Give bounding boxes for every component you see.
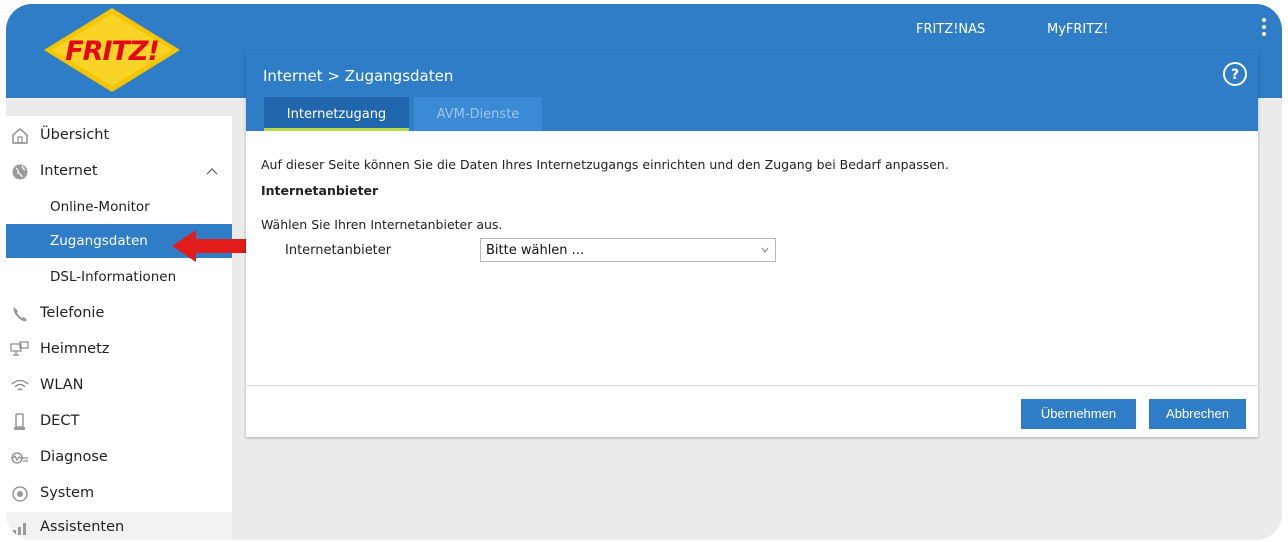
myfritz-link[interactable]: MyFRITZ! <box>1047 22 1108 37</box>
dect-icon <box>14 413 25 430</box>
sidebar-item-label: Internet <box>40 163 98 179</box>
sidebar-item-system[interactable]: System <box>6 478 232 510</box>
fritz-logo: FRITZ! <box>44 8 180 92</box>
sidebar-item-online-monitor[interactable]: Online-Monitor <box>6 190 232 224</box>
wifi-icon <box>11 379 29 391</box>
tab-avm-dienste[interactable]: AVM-Dienste <box>414 97 542 131</box>
chevron-down-icon <box>761 247 769 253</box>
fritznas-link[interactable]: FRITZ!NAS <box>916 22 985 37</box>
svg-text:?: ? <box>1231 67 1239 83</box>
sidebar-item-heimnetz[interactable]: Heimnetz <box>6 334 232 366</box>
sidebar-item-label: Übersicht <box>40 127 110 143</box>
sidebar-item-label: Telefonie <box>40 305 105 321</box>
sidebar-item-label: System <box>40 485 95 501</box>
tab-label: AVM-Dienste <box>436 107 520 122</box>
sidebar-item-internet[interactable]: Internet <box>6 156 232 188</box>
section-title: Internetanbieter <box>261 183 379 198</box>
sidebar-item-label: Diagnose <box>40 449 108 465</box>
sidebar-item-telefonie[interactable]: Telefonie <box>6 298 232 330</box>
help-icon[interactable]: ? <box>1222 61 1248 87</box>
provider-select-value: Bitte wählen ... <box>486 243 585 258</box>
fritzbox-window: FRITZ! FRITZ!NAS MyFRITZ! Übersicht Inte… <box>6 4 1282 540</box>
sidebar-item-label: DSL-Informationen <box>50 269 177 285</box>
sidebar-item-label: Zugangsdaten <box>50 233 148 249</box>
assistant-icon <box>13 523 26 535</box>
tab-label: Internetzugang <box>286 107 387 122</box>
provider-field-label: Internetanbieter <box>285 243 392 258</box>
choose-provider-text: Wählen Sie Ihren Internetanbieter aus. <box>261 217 503 232</box>
sidebar-item-label: DECT <box>40 413 80 429</box>
sidebar-item-diagnose[interactable]: Diagnose <box>6 442 232 474</box>
apply-button[interactable]: Übernehmen <box>1021 399 1136 429</box>
more-menu-icon[interactable] <box>1260 18 1268 38</box>
globe-icon <box>12 164 28 180</box>
tab-internetzugang[interactable]: Internetzugang <box>264 97 409 131</box>
provider-select[interactable]: Bitte wählen ... <box>480 238 776 262</box>
divider <box>246 385 1258 386</box>
svg-text:FRITZ!: FRITZ! <box>65 36 159 67</box>
sidebar-item-assistenten[interactable]: Assistenten <box>6 512 232 540</box>
sidebar: Übersicht Internet Online-Monitor Zugang… <box>6 116 232 540</box>
chevron-up-icon[interactable] <box>206 166 218 176</box>
breadcrumb: Internet > Zugangsdaten <box>263 67 454 85</box>
system-icon <box>12 486 28 502</box>
sidebar-item-label: Assistenten <box>40 519 125 535</box>
content-panel: Internet > Zugangsdaten ? Internetzugang… <box>246 51 1258 437</box>
button-label: Abbrechen <box>1166 406 1229 421</box>
sidebar-item-label: WLAN <box>40 377 84 393</box>
sidebar-item-dsl-informationen[interactable]: DSL-Informationen <box>6 260 232 294</box>
sidebar-item-uebersicht[interactable]: Übersicht <box>6 120 232 152</box>
sidebar-item-label: Online-Monitor <box>50 199 150 215</box>
sidebar-item-label: Heimnetz <box>40 341 110 357</box>
phone-icon <box>13 307 27 322</box>
sidebar-item-wlan[interactable]: WLAN <box>6 370 232 402</box>
sidebar-item-dect[interactable]: DECT <box>6 406 232 438</box>
intro-text: Auf dieser Seite können Sie die Daten Ih… <box>261 157 949 172</box>
diagnose-icon <box>11 452 28 464</box>
panel-header: Internet > Zugangsdaten ? Internetzugang… <box>246 51 1258 131</box>
annotation-arrow <box>172 230 252 262</box>
button-label: Übernehmen <box>1040 406 1117 421</box>
cancel-button[interactable]: Abbrechen <box>1149 399 1246 429</box>
home-icon <box>12 128 28 144</box>
network-icon <box>10 341 29 356</box>
